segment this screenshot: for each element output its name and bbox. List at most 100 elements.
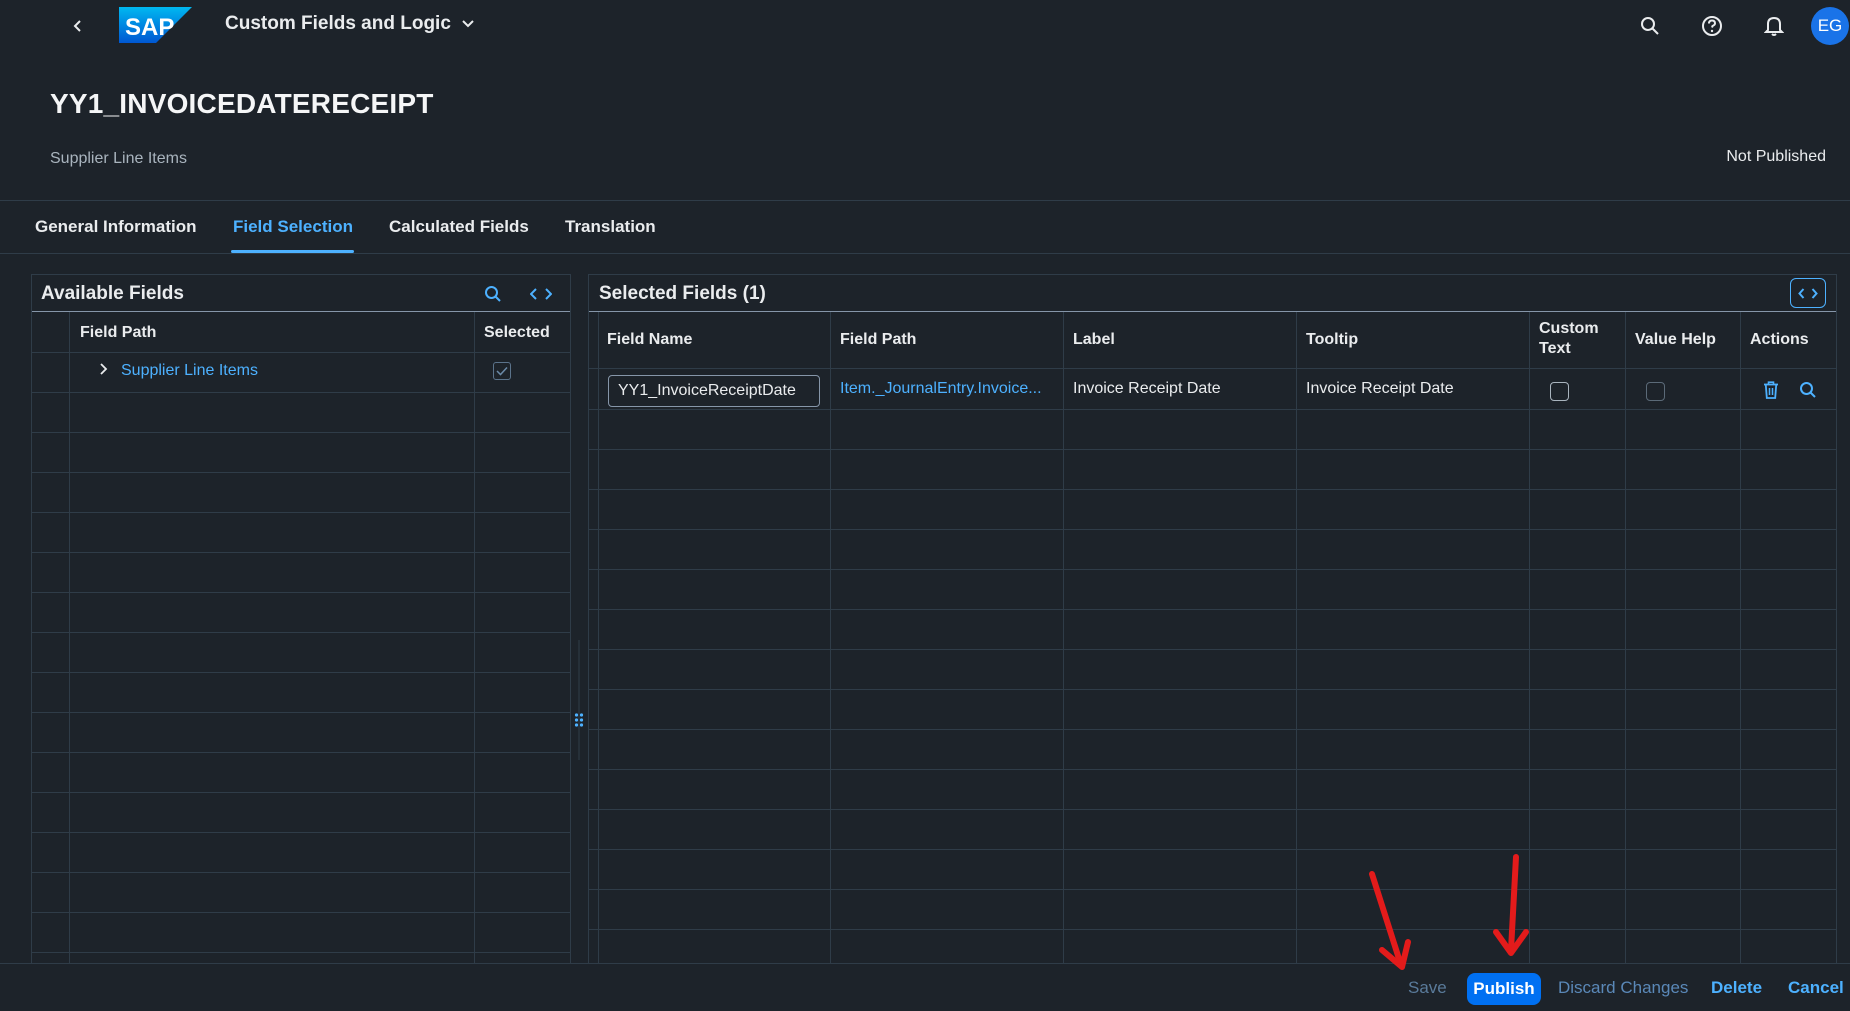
selected-checkbox <box>493 362 511 380</box>
table-row-empty <box>32 833 570 873</box>
help-icon <box>1702 16 1722 36</box>
table-row-empty <box>589 770 1836 810</box>
custom-text-checkbox[interactable] <box>1550 382 1569 401</box>
column-divider <box>598 312 599 964</box>
sap-logo[interactable]: SAP <box>119 7 192 43</box>
svg-text:SAP: SAP <box>125 14 174 41</box>
back-icon <box>73 20 81 32</box>
table-row-empty <box>32 553 570 593</box>
selected-fields-panel: Selected Fields (1) Field Name Field Pat… <box>588 274 1837 964</box>
available-fields-title: Available Fields <box>41 283 184 304</box>
search-icon <box>485 286 501 302</box>
available-fields-toolbar: Available Fields <box>32 275 570 312</box>
table-row-empty <box>589 570 1836 610</box>
inspect-row-button[interactable] <box>1795 377 1821 403</box>
page-title: YY1_INVOICEDATERECEIPT <box>50 88 434 119</box>
delete-button[interactable]: Delete <box>1711 978 1762 998</box>
search-icon <box>1641 17 1659 35</box>
column-header-value-help: Value Help <box>1635 331 1716 348</box>
code-icon <box>530 288 552 300</box>
table-row-empty <box>32 673 570 713</box>
column-divider <box>1296 312 1297 964</box>
checkmark-icon <box>496 366 508 376</box>
shell-bar: SAP Custom Fields and Logic EG <box>0 0 1850 52</box>
column-header-field-name: Field Name <box>607 331 693 348</box>
column-header-selected: Selected <box>484 324 550 341</box>
column-divider <box>830 312 831 964</box>
table-row-empty <box>32 633 570 673</box>
column-divider <box>1625 312 1626 964</box>
back-button[interactable] <box>62 10 94 42</box>
table-row-empty <box>32 393 570 433</box>
tab-field-selection[interactable]: Field Selection <box>233 217 353 237</box>
annotation-arrow-icon <box>1493 854 1529 956</box>
table-row-empty <box>589 690 1836 730</box>
column-divider <box>69 312 70 964</box>
discard-changes-button[interactable]: Discard Changes <box>1558 978 1688 998</box>
tab-bar: General Information Field Selection Calc… <box>0 201 1850 254</box>
publish-button[interactable]: Publish <box>1467 973 1541 1005</box>
column-header-actions: Actions <box>1750 331 1809 348</box>
column-divider <box>1063 312 1064 964</box>
table-row-empty <box>32 873 570 913</box>
table-row-empty <box>589 530 1836 570</box>
notifications-button[interactable] <box>1756 8 1792 44</box>
field-name-input[interactable] <box>608 375 820 407</box>
panel-splitter-handle[interactable] <box>572 640 586 760</box>
cancel-button[interactable]: Cancel <box>1788 978 1844 998</box>
search-button[interactable] <box>1632 8 1668 44</box>
expand-row-button[interactable] <box>92 357 116 381</box>
trash-icon <box>1764 381 1778 399</box>
available-fields-panel: Available Fields Field Path Selected Sup… <box>31 274 571 964</box>
column-header-field-path: Field Path <box>840 331 917 348</box>
table-row-empty <box>589 490 1836 530</box>
app-title-menu[interactable]: Custom Fields and Logic <box>225 13 475 35</box>
publish-status: Not Published <box>1726 148 1826 165</box>
tab-translation[interactable]: Translation <box>565 217 656 237</box>
notification-bell-icon <box>1764 16 1784 36</box>
column-divider <box>1740 312 1741 964</box>
active-tab-indicator <box>231 250 354 253</box>
table-row-empty <box>589 650 1836 690</box>
delete-row-button[interactable] <box>1758 377 1784 403</box>
table-row-empty <box>32 713 570 753</box>
table-row-empty <box>32 753 570 793</box>
table-row-empty <box>589 730 1836 770</box>
column-header-tooltip: Tooltip <box>1306 331 1359 348</box>
tree-node-supplier-line-items[interactable]: Supplier Line Items <box>121 362 258 380</box>
app-title: Custom Fields and Logic <box>225 13 451 34</box>
table-row-empty <box>589 610 1836 650</box>
table-row-empty <box>32 513 570 553</box>
selected-fields-toolbar: Selected Fields (1) <box>589 275 1836 312</box>
table-row-empty <box>32 913 570 953</box>
chevron-down-icon <box>462 20 474 28</box>
chevron-right-icon <box>100 363 108 375</box>
table-row-empty <box>589 890 1836 930</box>
table-row-empty <box>32 433 570 473</box>
column-divider <box>474 312 475 964</box>
grip-icon <box>574 640 584 760</box>
field-path-link[interactable]: Item._JournalEntry.Invoice... <box>840 380 1060 398</box>
available-fields-code-button[interactable] <box>527 280 555 308</box>
save-button[interactable]: Save <box>1408 978 1447 998</box>
table-row-empty <box>589 410 1836 450</box>
page-subtitle: Supplier Line Items <box>50 150 187 167</box>
search-icon <box>1800 382 1816 398</box>
column-header-field-path: Field Path <box>80 324 157 341</box>
selected-fields-code-button[interactable] <box>1790 278 1826 308</box>
table-row-empty <box>589 450 1836 490</box>
tab-calculated-fields[interactable]: Calculated Fields <box>389 217 529 237</box>
table-row-empty <box>32 593 570 633</box>
help-button[interactable] <box>1694 8 1730 44</box>
table-row-empty <box>32 473 570 513</box>
tab-general-information[interactable]: General Information <box>35 217 197 237</box>
user-avatar[interactable]: EG <box>1811 7 1849 45</box>
table-row-empty <box>589 850 1836 890</box>
label-cell: Invoice Receipt Date <box>1073 380 1221 397</box>
available-fields-search-button[interactable] <box>479 280 507 308</box>
tooltip-cell: Invoice Receipt Date <box>1306 380 1454 397</box>
annotation-arrow-icon <box>1369 871 1411 970</box>
table-row-empty <box>32 793 570 833</box>
table-row-empty <box>589 810 1836 850</box>
value-help-checkbox[interactable] <box>1646 382 1665 401</box>
